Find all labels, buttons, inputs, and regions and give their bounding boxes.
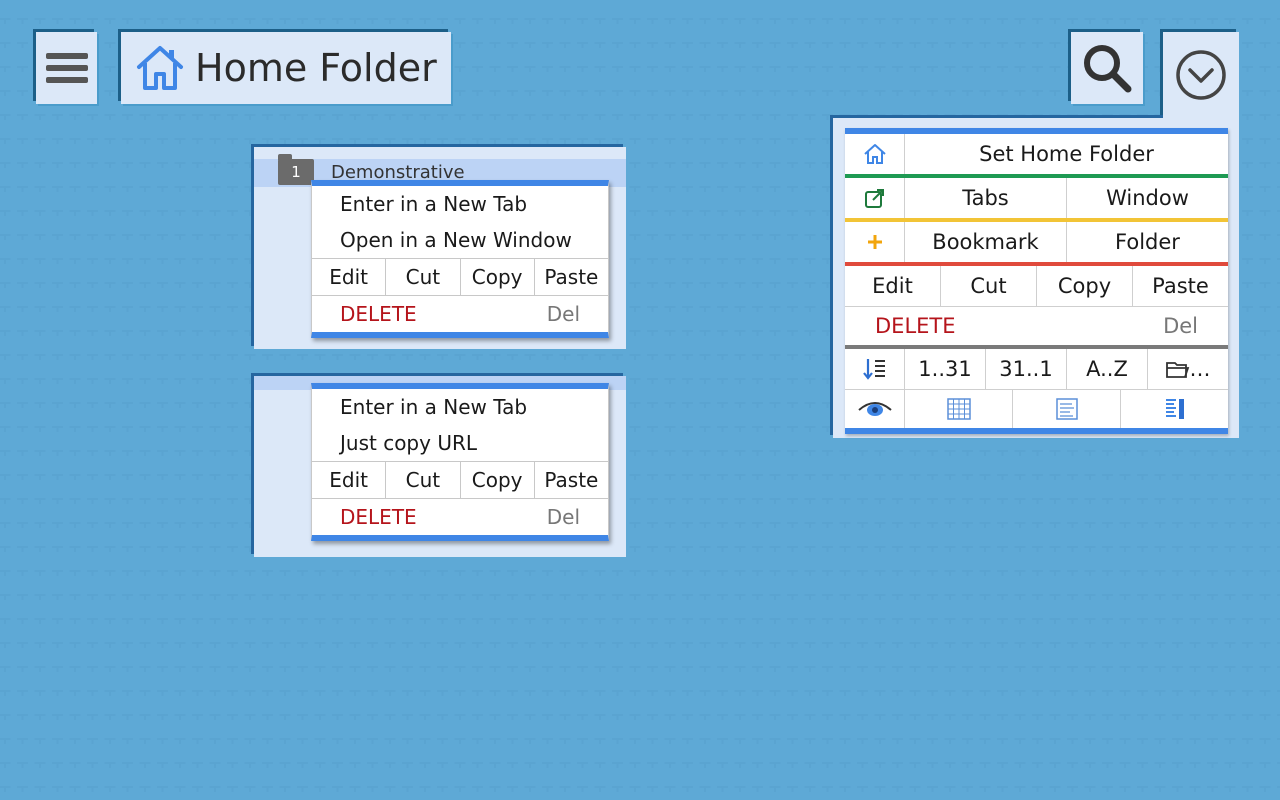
folder-icon: 1 [278, 154, 314, 185]
eye-icon [857, 402, 892, 416]
sort-alphabetical-button[interactable]: A..Z [1066, 349, 1147, 389]
delete-label: DELETE [340, 302, 417, 326]
list-view-icon [1055, 398, 1078, 420]
paste-button[interactable]: Paste [533, 259, 608, 295]
plus-icon [867, 235, 882, 249]
dropdown-toggle-button[interactable] [1163, 32, 1239, 118]
delete-label: DELETE [340, 505, 417, 529]
delete-shortcut: Del [1163, 314, 1198, 338]
hamburger-icon [45, 53, 88, 83]
home-icon [863, 144, 886, 164]
main-context-menu: Set Home Folder Tabs Window Bookmark Fol… [845, 128, 1228, 434]
menu-button[interactable] [36, 32, 97, 104]
view-columns-button[interactable] [1120, 390, 1228, 428]
add-icon-cell [845, 222, 904, 262]
view-icon-cell [845, 390, 904, 428]
cut-button[interactable]: Cut [940, 266, 1036, 306]
cut-button[interactable]: Cut [385, 462, 459, 498]
view-list-button[interactable] [1012, 390, 1120, 428]
folder-icon [1165, 362, 1189, 378]
copy-button[interactable]: Copy [1036, 266, 1132, 306]
edit-button[interactable]: Edit [312, 462, 385, 498]
enter-new-tab-item[interactable]: Enter in a New Tab [312, 186, 608, 222]
delete-shortcut: Del [546, 505, 580, 529]
delete-row[interactable]: DELETE Del [312, 295, 608, 332]
sort-ascending-button[interactable]: 1..31 [904, 349, 985, 389]
set-home-icon-cell[interactable] [845, 134, 904, 174]
search-button[interactable] [1071, 32, 1143, 104]
add-bookmark-button[interactable]: Bookmark [904, 222, 1066, 262]
grid-view-icon [946, 398, 971, 420]
open-in-tabs-button[interactable]: Tabs [904, 178, 1066, 218]
paste-button[interactable]: Paste [1132, 266, 1228, 306]
sort-icon-cell [845, 349, 904, 389]
set-home-folder-button[interactable]: Set Home Folder [904, 134, 1228, 174]
open-icon-cell [845, 178, 904, 218]
delete-shortcut: Del [546, 302, 580, 326]
enter-new-tab-item[interactable]: Enter in a New Tab [312, 389, 608, 425]
folder-count: 1 [291, 163, 301, 181]
search-icon [1084, 45, 1132, 93]
sort-icon [862, 359, 885, 380]
view-grid-button[interactable] [904, 390, 1012, 428]
copy-button[interactable]: Copy [459, 259, 534, 295]
home-folder-button[interactable]: Home Folder [121, 32, 451, 104]
add-folder-button[interactable]: Folder [1066, 222, 1228, 262]
page-title: Home Folder [195, 46, 437, 90]
copy-button[interactable]: Copy [459, 462, 534, 498]
delete-label: DELETE [875, 314, 956, 338]
columns-view-icon [1165, 399, 1184, 419]
open-new-window-item[interactable]: Open in a New Window [312, 222, 608, 258]
sort-descending-button[interactable]: 31..1 [985, 349, 1066, 389]
folder-context-menu: Enter in a New Tab Open in a New Window … [311, 180, 609, 338]
open-in-window-button[interactable]: Window [1066, 178, 1228, 218]
edit-button[interactable]: Edit [845, 266, 940, 306]
chevron-down-circle-icon [1176, 50, 1226, 100]
paste-button[interactable]: Paste [533, 462, 608, 498]
external-link-icon [864, 189, 884, 208]
copy-url-item[interactable]: Just copy URL [312, 425, 608, 461]
sort-folders-label: … [1189, 357, 1211, 381]
delete-row[interactable]: DELETE Del [845, 306, 1228, 349]
edit-button[interactable]: Edit [312, 259, 385, 295]
home-icon [137, 46, 183, 90]
cut-button[interactable]: Cut [385, 259, 459, 295]
delete-row[interactable]: DELETE Del [312, 498, 608, 535]
bookmark-context-menu: Enter in a New Tab Just copy URL Edit Cu… [311, 383, 609, 541]
sort-folders-button[interactable]: … [1147, 349, 1228, 389]
